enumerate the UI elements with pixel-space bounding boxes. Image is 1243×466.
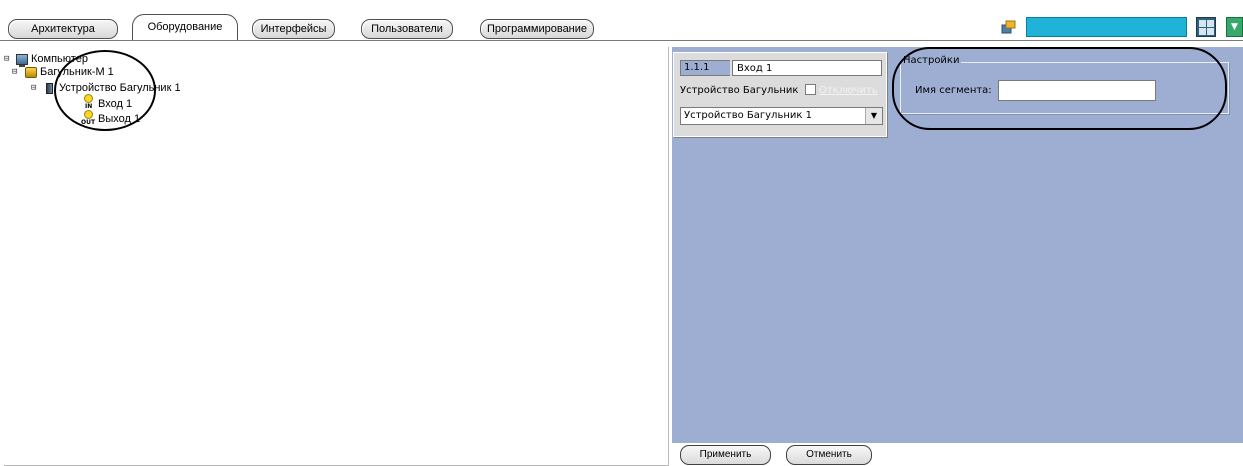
- chevron-down-icon[interactable]: ▼: [1226, 17, 1243, 37]
- grid-icon[interactable]: [1196, 17, 1216, 37]
- tab-programming[interactable]: Программирование: [480, 19, 594, 39]
- disable-label[interactable]: Отключить: [819, 85, 878, 97]
- tab-architecture[interactable]: Архитектура: [8, 19, 118, 39]
- collapse-computer-icon[interactable]: ⊟: [4, 53, 9, 66]
- collapse-device-icon[interactable]: ⊟: [31, 82, 36, 95]
- cancel-button[interactable]: Отменить: [786, 445, 872, 465]
- apply-button[interactable]: Применить: [680, 445, 771, 465]
- tab-interfaces[interactable]: Интерфейсы: [252, 19, 335, 39]
- bagulnik-icon: [25, 67, 37, 78]
- collapse-bagulnik-icon[interactable]: ⊟: [12, 66, 17, 79]
- object-properties-box: 1.1.1 Устройство Багульник Отключить Уст…: [673, 52, 887, 137]
- tab-users[interactable]: Пользователи: [361, 19, 453, 39]
- device-label: Устройство Багульник: [680, 85, 799, 96]
- disable-checkbox[interactable]: [805, 84, 816, 95]
- device-select[interactable]: Устройство Багульник 1 ▼: [680, 107, 883, 125]
- action-bar: Применить Отменить: [672, 443, 1243, 466]
- layout-icon[interactable]: [1001, 20, 1017, 34]
- object-code: 1.1.1: [680, 60, 730, 76]
- tab-bar: Архитектура Оборудование Интерфейсы Поль…: [0, 0, 1243, 42]
- object-name-input[interactable]: [732, 60, 882, 76]
- device-icon: [46, 83, 53, 94]
- highlight-ellipse-settings: [892, 47, 1227, 130]
- status-field[interactable]: [1026, 17, 1187, 37]
- tab-bar-divider: [0, 40, 1243, 41]
- computer-icon: [16, 54, 28, 67]
- tab-hardware[interactable]: Оборудование: [132, 14, 238, 40]
- chevron-down-icon[interactable]: ▼: [865, 108, 882, 124]
- device-select-value: Устройство Багульник 1: [684, 110, 812, 121]
- highlight-ellipse-tree: [54, 50, 156, 131]
- properties-panel: 1.1.1 Устройство Багульник Отключить Уст…: [672, 47, 1243, 443]
